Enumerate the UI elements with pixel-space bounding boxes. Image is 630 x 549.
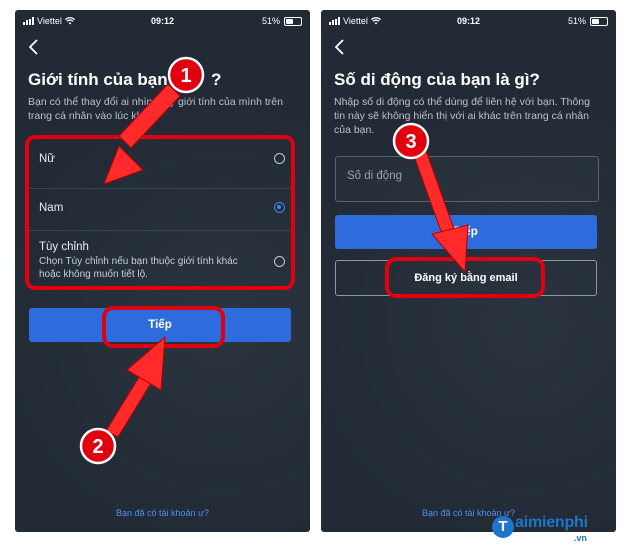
radio-male[interactable] <box>274 202 285 213</box>
page-title: Số di động của bạn là gì? <box>334 70 540 89</box>
next-button[interactable]: Tiếp <box>29 308 291 342</box>
gender-options: Nữ Nam Tùy chỉnh Chọn Tùy chỉnh nếu bạn … <box>29 141 294 283</box>
have-account-link[interactable]: Bạn đã có tài khoản ư? <box>15 508 310 518</box>
status-bar: Viettel 09:12 51% <box>321 10 616 32</box>
radio-female[interactable] <box>274 153 285 164</box>
gender-screen: Viettel 09:12 51% Giới tính của bạn l? B… <box>15 10 310 532</box>
option-custom[interactable]: Tùy chỉnh Chọn Tùy chỉnh nếu bạn thuộc g… <box>29 231 294 281</box>
logo-domain: .vn <box>573 533 587 543</box>
phone-screen: Viettel 09:12 51% Số di động của bạn là … <box>321 10 616 532</box>
battery-group: 51% <box>568 16 608 26</box>
battery-percent: 51% <box>567 16 586 26</box>
back-chevron-icon[interactable] <box>27 38 41 56</box>
radio-custom[interactable] <box>274 256 285 267</box>
option-label: Nữ <box>39 153 56 165</box>
battery-icon <box>284 16 302 26</box>
title-suffix: ? <box>211 70 222 89</box>
logo-brand: aimienphi <box>515 514 588 531</box>
page-description: Nhập số di động có thể dùng để liên hệ v… <box>334 96 590 136</box>
option-label: Nam <box>39 202 64 214</box>
battery-icon <box>590 16 608 26</box>
logo-t-icon: T <box>492 516 514 538</box>
page-title: Giới tính của bạn l? <box>28 70 300 90</box>
battery-percent: 51% <box>261 16 280 26</box>
option-sublabel: Chọn Tùy chỉnh nếu bạn thuộc giới tính k… <box>39 256 238 280</box>
signup-email-button[interactable]: Đăng ký bằng email <box>335 260 597 296</box>
option-male[interactable]: Nam <box>29 189 294 229</box>
next-button[interactable]: Tiếp <box>335 215 597 249</box>
option-label: Tùy chỉnh <box>39 241 89 253</box>
phone-number-input[interactable] <box>345 169 579 183</box>
battery-group: 51% <box>262 16 302 26</box>
status-bar: Viettel 09:12 51% <box>15 10 310 32</box>
taimienphi-logo: T aimienphi .vn <box>492 514 588 544</box>
phone-number-field[interactable] <box>335 156 599 202</box>
title-text: Giới tính của bạn l <box>28 70 178 89</box>
back-chevron-icon[interactable] <box>333 38 347 56</box>
option-female[interactable]: Nữ <box>29 141 294 175</box>
page-description: Bạn có thể thay đổi ai nhìn thấy giới tí… <box>28 96 283 122</box>
